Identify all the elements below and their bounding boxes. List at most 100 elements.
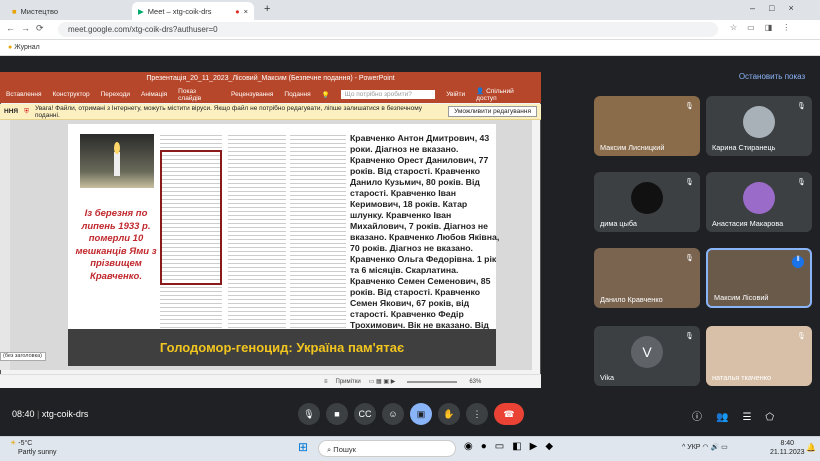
search-label: Пошук [333,445,356,454]
more-options-button[interactable]: ⋮ [466,403,488,425]
sign-in-link[interactable]: Увійти [446,91,465,98]
hand-icon: ✋ [443,409,455,419]
thumb-tooltip: (без заголовка) [0,352,46,361]
ribbon-tab-transitions[interactable]: Переходи [101,91,130,98]
meeting-code: xtg-coik-drs [41,409,89,419]
window-controls[interactable]: –□× [750,3,808,13]
mic-off-icon: 🎙 [685,333,694,340]
reactions-button[interactable]: ☺ [382,403,404,425]
participant-tile[interactable]: 🎙 Анастасия Макарова [706,172,812,232]
taskbar-search[interactable]: ⌕ Пошук [318,440,456,457]
mic-button[interactable]: 🎙 [298,403,320,425]
participant-name: Карина Стиранець [712,143,776,152]
participant-tile[interactable]: 🎙 Карина Стиранець [706,96,812,156]
captions-icon: CC [358,409,372,419]
present-icon: ▣ [416,409,426,419]
weather-icon: ☀ [10,440,17,447]
speaking-icon: ⦀ [792,256,804,268]
volume-icon: 🔊 [710,444,720,451]
participant-name: Данило Кравченко [600,295,663,304]
ribbon-tab-design[interactable]: Конструктор [53,91,90,98]
ppt-status-bar: ≡ Примітки ▭ ▦ ▣ ▶ 63% [0,374,541,388]
tab-mystetstvo[interactable]: ■ Мистецтво [6,2,126,20]
participant-name: Максим Лисницкий [600,143,665,152]
taskbar-apps[interactable]: ◉●▭◧▶◆ [464,441,561,452]
avatar: V [631,336,663,369]
view-icons[interactable]: ▭ ▦ ▣ ▶ [369,378,396,385]
nav-buttons[interactable]: ←→⟳ [6,23,50,34]
ribbon-tab-animation[interactable]: Анімація [141,91,167,98]
participant-name: Максим Лісовий [714,293,769,302]
raise-hand-button[interactable]: ✋ [438,403,460,425]
notes-button[interactable]: Примітки [336,379,361,385]
weather-widget[interactable]: ☀ -5°C Partly sunny [10,439,57,457]
avatar [743,106,775,139]
ribbon-tab-view[interactable]: Подання [284,91,310,98]
tab-label: Мистецтво [20,6,59,16]
notes-icon[interactable]: ≡ [324,379,328,385]
slide-banner: Голодомор-геноцид: Україна пам'ятає [68,329,496,366]
tab-meet[interactable]: ▶ Meet – xtg-coik-drs ● × [132,2,254,20]
zoom-level[interactable]: 63% [469,379,481,385]
avatar [743,182,775,215]
hangup-icon: ☎ [503,409,515,419]
lightbulb-icon: 💡 [321,91,330,99]
participant-tile-speaking[interactable]: ⦀ Максим Лісовий [706,248,812,308]
highlight-box [160,150,222,285]
captions-button[interactable]: CC [354,403,376,425]
notifications-icon[interactable]: 🔔 [806,443,816,452]
camera-icon: ■ [334,409,340,419]
wifi-icon: ◠ [702,444,709,451]
present-button[interactable]: ▣ [410,403,432,425]
tell-me-input[interactable]: Що потрібно зробити? [340,90,436,99]
tab-label: Meet – xtg-coik-drs [147,6,212,16]
bookmark-journal[interactable]: Журнал [14,44,40,51]
ribbon-tab-insert[interactable]: Вставлення [6,91,42,98]
new-tab-button[interactable]: + [264,3,270,15]
emoji-icon: ☺ [388,409,398,419]
zoom-slider[interactable] [407,380,458,383]
url-text: meet.google.com/xtg-coik-drs?authuser=0 [68,25,218,34]
ribbon-tab-slideshow[interactable]: Показ слайдів [178,88,220,102]
ribbon-tab-review[interactable]: Рецензування [231,91,273,98]
share-button[interactable]: 👤 Спільний доступ [476,87,535,102]
ppt-title: Презентація_20_11_2023_Лісовий_Максим (Б… [0,72,541,86]
meeting-tools[interactable]: ⓘ👥☰⬠ [692,408,788,423]
clock[interactable]: 8:40 21.11.2023 [770,439,805,457]
clock-time: 8:40 [780,440,795,447]
url-field[interactable]: meet.google.com/xtg-coik-drs?authuser=0 [58,22,718,37]
mic-off-icon: 🎙 [797,179,806,186]
protected-view-bar: ННЯ ⛨ Увага! Файли, отримані з Інтернету… [0,104,541,120]
language-indicator[interactable]: УКР [687,444,700,451]
meeting-info: 08:40 | xtg-coik-drs [12,409,89,419]
meeting-time: 08:40 [12,409,35,419]
newspaper-column-2 [228,132,286,328]
more-icon: ⋮ [472,409,482,419]
shield-icon: ⛨ [24,107,29,115]
participant-tile[interactable]: 🎙 дима цыба [594,172,700,232]
bookmark-icon: ● [8,44,13,51]
battery-icon: ▭ [721,444,728,451]
toolbar-icons[interactable]: ☆▭◨⋮ [730,23,800,32]
participant-tile[interactable]: 🎙 Максим Лисницкий [594,96,700,156]
record-icon: ● [235,6,240,16]
participant-tile[interactable]: 🎙 Данило Кравченко [594,248,700,308]
enable-editing-button[interactable]: Уможливити редагування [448,106,537,117]
camera-button[interactable]: ■ [326,403,348,425]
clock-date: 21.11.2023 [770,449,805,456]
mic-icon: 🎙 [303,409,315,419]
mic-off-icon: 🎙 [685,103,694,110]
participant-tile[interactable]: V 🎙 Vika [594,326,700,386]
person-icon: 👤 [476,88,485,95]
mic-off-icon: 🎙 [685,255,694,262]
slide-thumbnails[interactable] [0,120,10,370]
warn-label: ННЯ [4,108,19,115]
tray-icons[interactable]: ^ УКР ◠ 🔊 ▭ [682,443,728,451]
folder-icon: ■ [12,6,17,16]
close-icon[interactable]: × [244,7,248,16]
stop-presenting-button[interactable]: Остановить показ [728,70,816,84]
participant-tile[interactable]: 🎙 наталья ткаченко [706,326,812,386]
participant-name: дима цыба [600,219,637,228]
start-icon[interactable]: ⊞ [298,440,308,454]
leave-call-button[interactable]: ☎ [494,403,524,425]
